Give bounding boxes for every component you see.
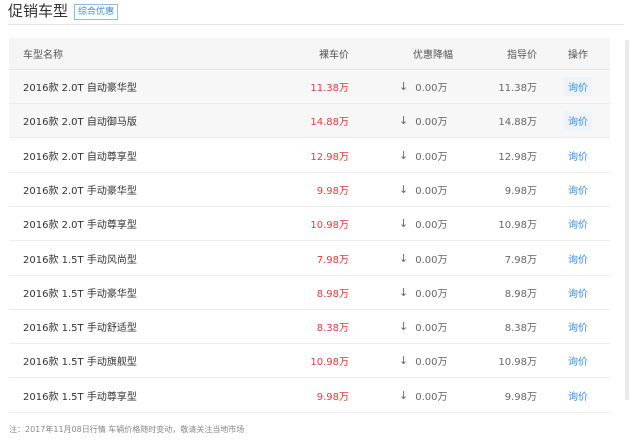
- down-arrow-icon: ↓: [399, 217, 409, 231]
- down-arrow-icon: ↓: [399, 354, 409, 368]
- table-row: 2016款 2.0T 自动御马版 14.88万 ↓ 0.00万 14.88万 询价: [9, 104, 610, 139]
- down-arrow-icon: ↓: [399, 182, 409, 196]
- discount-value: 0.00万: [415, 83, 448, 94]
- op-cell: 询价: [557, 207, 599, 240]
- table-row: 2016款 2.0T 自动豪华型 11.38万 ↓ 0.00万 11.38万 询价: [9, 70, 610, 104]
- guide-price: 7.98万: [504, 254, 537, 266]
- guide-price: 10.98万: [498, 357, 537, 369]
- op-cell: 询价: [557, 139, 599, 172]
- tag-comprehensive-discount[interactable]: 综合优惠: [74, 4, 119, 20]
- inquire-price-link[interactable]: 询价: [564, 249, 592, 268]
- bare-price: 9.98万: [316, 185, 349, 197]
- model-name: 2016款 2.0T 自动尊享型: [23, 151, 137, 163]
- col-header-price: 裸车价: [319, 50, 349, 61]
- guide-price: 10.98万: [498, 220, 537, 232]
- footer-note: 注：2017年11月08日行情 车辆价格随时变动，敬请关注当地市场: [9, 425, 245, 434]
- guide-price: 14.88万: [498, 117, 537, 129]
- inquire-price-link[interactable]: 询价: [564, 214, 592, 233]
- op-cell: 询价: [557, 70, 599, 103]
- bare-price: 10.98万: [310, 220, 349, 232]
- guide-price: 9.98万: [504, 391, 537, 403]
- table-row: 2016款 2.0T 手动尊享型 10.98万 ↓ 0.00万 10.98万 询价: [9, 207, 610, 242]
- model-name: 2016款 1.5T 手动豪华型: [23, 288, 137, 300]
- model-name: 2016款 1.5T 手动尊享型: [23, 391, 137, 403]
- bare-price: 11.38万: [310, 83, 349, 94]
- section-header: 促销车型 综合优惠: [8, 0, 630, 26]
- header-divider: [8, 24, 630, 25]
- inquire-price-link[interactable]: 询价: [564, 180, 592, 199]
- bare-price: 12.98万: [310, 151, 349, 163]
- model-name: 2016款 1.5T 手动旗舰型: [23, 357, 137, 369]
- discount-value: 0.00万: [415, 323, 448, 335]
- inquire-price-link[interactable]: 询价: [564, 77, 592, 96]
- op-cell: 询价: [557, 104, 599, 137]
- bare-price: 7.98万: [316, 254, 349, 266]
- op-cell: 询价: [557, 276, 599, 309]
- scrollbar-thumb[interactable]: [625, 40, 629, 400]
- table-row: 2016款 1.5T 手动舒适型 8.38万 ↓ 0.00万 8.38万 询价: [9, 310, 610, 345]
- down-arrow-icon: ↓: [399, 285, 409, 299]
- discount-value: 0.00万: [415, 288, 448, 300]
- down-arrow-icon: ↓: [399, 388, 409, 402]
- discount-value: 0.00万: [415, 254, 448, 266]
- discount-value: 0.00万: [415, 357, 448, 369]
- table-row: 2016款 2.0T 自动尊享型 12.98万 ↓ 0.00万 12.98万 询价: [9, 138, 610, 173]
- down-arrow-icon: ↓: [399, 114, 409, 128]
- bare-price: 8.38万: [316, 323, 349, 335]
- down-arrow-icon: ↓: [399, 251, 409, 265]
- inquire-price-link[interactable]: 询价: [564, 283, 592, 302]
- bare-price: 10.98万: [310, 357, 349, 369]
- scrollbar[interactable]: [624, 0, 630, 440]
- op-cell: 询价: [557, 310, 599, 343]
- op-cell: 询价: [557, 242, 599, 275]
- model-name: 2016款 2.0T 手动豪华型: [23, 185, 137, 197]
- table-row: 2016款 1.5T 手动豪华型 8.98万 ↓ 0.00万 8.98万 询价: [9, 275, 610, 310]
- down-arrow-icon: ↓: [399, 320, 409, 334]
- discount-value: 0.00万: [415, 185, 448, 197]
- guide-price: 8.98万: [504, 288, 537, 300]
- guide-price: 9.98万: [504, 185, 537, 197]
- discount-value: 0.00万: [415, 391, 448, 403]
- model-name: 2016款 2.0T 自动御马版: [23, 117, 137, 129]
- discount-value: 0.00万: [415, 117, 448, 129]
- op-cell: 询价: [557, 173, 599, 206]
- col-header-name: 车型名称: [23, 50, 63, 61]
- model-name: 2016款 2.0T 手动尊享型: [23, 220, 137, 232]
- table-row: 2016款 1.5T 手动风尚型 7.98万 ↓ 0.00万 7.98万 询价: [9, 241, 610, 276]
- bare-price: 9.98万: [316, 391, 349, 403]
- inquire-price-link[interactable]: 询价: [564, 386, 592, 405]
- bare-price: 14.88万: [310, 117, 349, 129]
- inquire-price-link[interactable]: 询价: [564, 146, 592, 165]
- bare-price: 8.98万: [316, 288, 349, 300]
- table-row: 2016款 1.5T 手动旗舰型 10.98万 ↓ 0.00万 10.98万 询价: [9, 344, 610, 379]
- inquire-price-link[interactable]: 询价: [564, 351, 592, 370]
- down-arrow-icon: ↓: [399, 80, 409, 93]
- discount-value: 0.00万: [415, 220, 448, 232]
- table-header-row: 车型名称 裸车价 优惠降幅 指导价 操作: [9, 38, 610, 70]
- guide-price: 8.38万: [504, 323, 537, 335]
- discount-value: 0.00万: [415, 151, 448, 163]
- col-header-op: 操作: [568, 50, 588, 61]
- guide-price: 12.98万: [498, 151, 537, 163]
- table-row: 2016款 1.5T 手动尊享型 9.98万 ↓ 0.00万 9.98万 询价: [9, 378, 610, 413]
- table-row: 2016款 2.0T 手动豪华型 9.98万 ↓ 0.00万 9.98万 询价: [9, 172, 610, 207]
- inquire-price-link[interactable]: 询价: [564, 111, 592, 131]
- op-cell: 询价: [557, 344, 599, 377]
- inquire-price-link[interactable]: 询价: [564, 317, 592, 336]
- guide-price: 11.38万: [498, 83, 537, 94]
- section-title: 促销车型: [8, 2, 69, 20]
- down-arrow-icon: ↓: [399, 148, 409, 162]
- model-name: 2016款 1.5T 手动舒适型: [23, 323, 137, 335]
- col-header-guide: 指导价: [507, 50, 537, 61]
- op-cell: 询价: [557, 379, 599, 412]
- model-name: 2016款 1.5T 手动风尚型: [23, 254, 137, 266]
- model-name: 2016款 2.0T 自动豪华型: [23, 83, 137, 94]
